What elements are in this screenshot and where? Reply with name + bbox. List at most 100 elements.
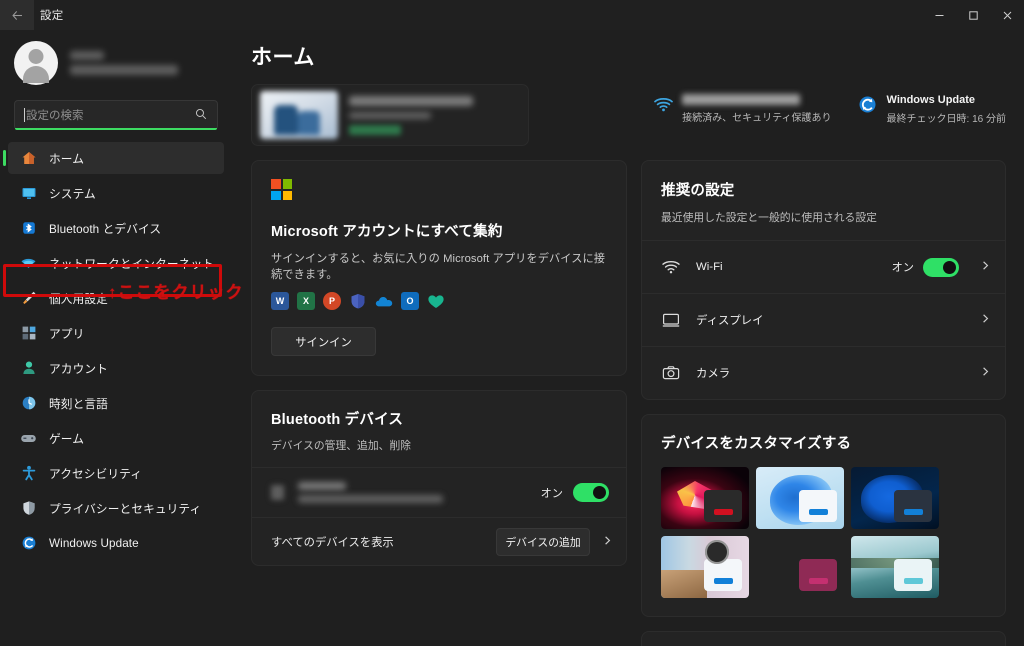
status-subtitle: 最終チェック日時: 16 分前 — [887, 110, 1006, 125]
recommended-row-controls[interactable] — [968, 313, 991, 327]
sidebar-item-bluetooth[interactable]: Bluetooth とデバイス — [8, 212, 224, 244]
gamepad-icon — [20, 430, 37, 447]
minimize-icon — [934, 10, 945, 21]
apps-grid-icon — [20, 325, 37, 342]
account-header[interactable] — [0, 30, 232, 96]
account-email-redacted — [70, 65, 178, 75]
search-container: 設定の検索 — [0, 100, 232, 130]
monitor-icon — [20, 185, 37, 202]
status-windows-update[interactable]: Windows Update 最終チェック日時: 16 分前 — [858, 94, 1006, 125]
wifi-icon — [653, 94, 673, 114]
theme-thumb-flow-dark[interactable] — [661, 467, 749, 529]
recommended-card-title: 推奨の設定 — [661, 179, 986, 200]
text-caret — [24, 108, 25, 122]
word-icon: W — [271, 292, 289, 310]
minimize-button[interactable] — [922, 0, 956, 30]
theme-preview-mini — [894, 490, 932, 522]
excel-icon: X — [297, 292, 315, 310]
bluetooth-card-header: Bluetooth デバイス デバイスの管理、追加、削除 — [252, 391, 626, 467]
bluetooth-toggle[interactable] — [573, 483, 609, 502]
update-refresh-icon — [858, 94, 878, 114]
right-column: 推奨の設定 最近使用した設定と一般的に使用される設定 Wi — [641, 160, 1006, 646]
recommended-row-wifi[interactable]: Wi-Fi オン — [642, 240, 1005, 293]
home-icon — [20, 150, 37, 167]
close-button[interactable] — [990, 0, 1024, 30]
status-wifi-text: 接続済み、セキュリティ保護あり — [682, 94, 831, 124]
sidebar-item-label: プライバシーとセキュリティ — [49, 500, 201, 517]
sidebar-item-label: ホーム — [49, 150, 84, 167]
window-title: 設定 — [40, 7, 63, 23]
recommended-row-label: カメラ — [696, 365, 730, 381]
sidebar-item-label: 個人用設定 — [49, 290, 108, 307]
sidebar-item-label: Bluetooth とデバイス — [49, 220, 161, 237]
close-icon — [1002, 10, 1013, 21]
chevron-right-icon[interactable] — [980, 313, 991, 327]
recommended-row-controls[interactable]: オン — [892, 258, 991, 277]
family-safety-icon — [427, 292, 445, 310]
settings-window: 設定 — [0, 0, 1024, 646]
recommended-row-display[interactable]: ディスプレイ — [642, 293, 1005, 346]
wifi-icon — [662, 258, 680, 276]
sidebar-item-accessibility[interactable]: アクセシビリティ — [8, 457, 224, 489]
sidebar-item-label: アクセシビリティ — [49, 465, 142, 482]
add-device-button[interactable]: デバイスの追加 — [496, 528, 590, 556]
annotation-callout-text: ↑ここをクリック — [108, 278, 244, 303]
sidebar-item-apps[interactable]: アプリ — [8, 317, 224, 349]
customize-card-title: デバイスをカスタマイズする — [661, 432, 986, 453]
recommended-row-label: Wi-Fi — [696, 261, 723, 273]
title-bar: 設定 — [0, 0, 1024, 30]
shield-icon — [20, 500, 37, 517]
onedrive-icon — [375, 292, 393, 310]
status-group: 接続済み、セキュリティ保護あり Windows Update — [653, 84, 1006, 125]
recommended-row-camera[interactable]: カメラ — [642, 346, 1005, 399]
wifi-ssid-redacted — [682, 94, 800, 105]
theme-thumb-bloom-dark[interactable] — [851, 467, 939, 529]
update-refresh-icon — [20, 535, 37, 552]
recommended-card-subtitle: 最近使用した設定と一般的に使用される設定 — [661, 209, 986, 225]
theme-thumb-highland[interactable] — [851, 536, 939, 598]
sidebar-item-system[interactable]: システム — [8, 177, 224, 209]
theme-preview-mini — [894, 559, 932, 591]
theme-thumb-glow-purple[interactable] — [756, 536, 844, 598]
bluetooth-toggle-wrap[interactable]: オン — [541, 483, 609, 502]
theme-thumbnail-grid — [661, 467, 986, 598]
bluetooth-card-footer[interactable]: すべてのデバイスを表示 デバイスの追加 — [252, 517, 626, 565]
sidebar-item-label: 時刻と言語 — [49, 395, 108, 412]
chevron-right-icon[interactable] — [980, 366, 991, 380]
sidebar-item-accounts[interactable]: アカウント — [8, 352, 224, 384]
theme-preview-mini — [704, 559, 742, 591]
recommended-card-header: 推奨の設定 最近使用した設定と一般的に使用される設定 — [642, 161, 1005, 240]
status-wifi[interactable]: 接続済み、セキュリティ保護あり — [653, 94, 831, 124]
bluetooth-device-row[interactable]: オン — [252, 467, 626, 517]
theme-preview-mini — [799, 490, 837, 522]
sidebar-item-label: アカウント — [49, 360, 108, 377]
theme-thumb-landscape[interactable] — [661, 536, 749, 598]
search-input[interactable]: 設定の検索 — [14, 100, 218, 130]
sidebar-item-privacy[interactable]: プライバシーとセキュリティ — [8, 492, 224, 524]
back-button[interactable] — [0, 0, 34, 30]
sidebar-item-network[interactable]: ネットワークとインターネット — [8, 247, 224, 279]
clock-icon — [20, 395, 37, 412]
chevron-right-icon[interactable] — [980, 260, 991, 274]
chevron-right-icon[interactable] — [602, 535, 613, 549]
sidebar-item-home[interactable]: ホーム — [8, 142, 224, 174]
wifi-toggle[interactable] — [923, 258, 959, 277]
theme-thumb-bloom-light[interactable] — [756, 467, 844, 529]
device-name-redacted — [349, 96, 473, 106]
device-badge-redacted — [349, 125, 401, 135]
theme-preview-mini — [704, 490, 742, 522]
device-summary-card[interactable] — [251, 84, 529, 146]
maximize-button[interactable] — [956, 0, 990, 30]
paintbrush-icon — [20, 290, 37, 307]
recommended-row-controls[interactable] — [968, 366, 991, 380]
signin-button[interactable]: サインイン — [271, 327, 376, 356]
account-text — [70, 51, 178, 75]
sidebar-item-time-language[interactable]: 時刻と言語 — [8, 387, 224, 419]
microsoft-app-icons: W X P — [271, 292, 607, 310]
sidebar-item-windows-update[interactable]: Windows Update — [8, 527, 224, 559]
sidebar-nav: ホーム システム — [0, 142, 232, 559]
top-row: 接続済み、セキュリティ保護あり Windows Update — [251, 84, 1006, 146]
search-icon[interactable] — [195, 108, 207, 123]
sidebar-item-gaming[interactable]: ゲーム — [8, 422, 224, 454]
bluetooth-device-text — [298, 482, 443, 503]
